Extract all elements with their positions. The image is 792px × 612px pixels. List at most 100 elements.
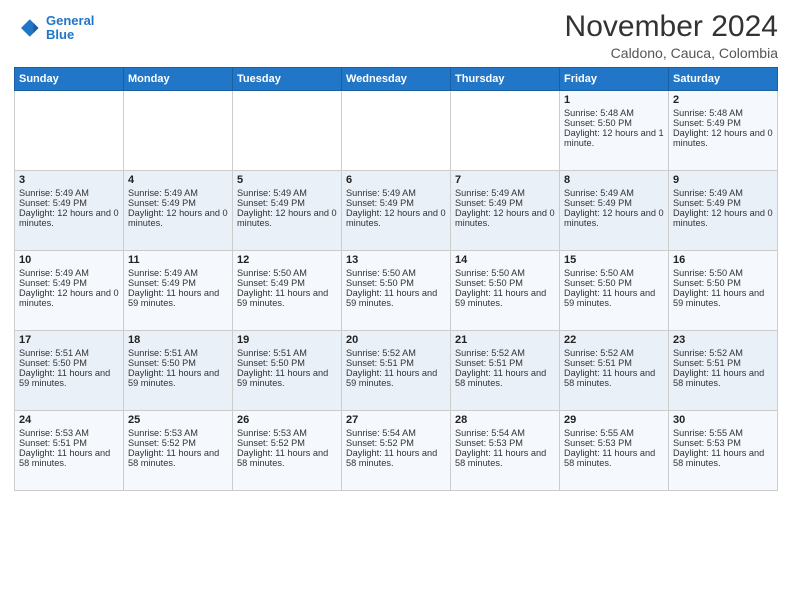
- calendar-cell: 21Sunrise: 5:52 AMSunset: 5:51 PMDayligh…: [451, 331, 560, 411]
- calendar-cell: 7Sunrise: 5:49 AMSunset: 5:49 PMDaylight…: [451, 171, 560, 251]
- cell-text: Sunrise: 5:51 AM: [19, 348, 119, 358]
- calendar-cell: 26Sunrise: 5:53 AMSunset: 5:52 PMDayligh…: [233, 411, 342, 491]
- cell-text: Sunrise: 5:50 AM: [564, 268, 664, 278]
- cell-text: Sunrise: 5:51 AM: [237, 348, 337, 358]
- calendar-cell: [124, 91, 233, 171]
- calendar-cell: 25Sunrise: 5:53 AMSunset: 5:52 PMDayligh…: [124, 411, 233, 491]
- cell-text: Daylight: 11 hours and 59 minutes.: [128, 288, 228, 308]
- cell-text: Daylight: 11 hours and 59 minutes.: [237, 368, 337, 388]
- day-number: 10: [19, 254, 119, 266]
- cell-text: Sunset: 5:49 PM: [237, 198, 337, 208]
- cell-text: Daylight: 11 hours and 58 minutes.: [455, 448, 555, 468]
- cell-text: Sunset: 5:49 PM: [128, 278, 228, 288]
- cell-text: Daylight: 12 hours and 0 minutes.: [455, 208, 555, 228]
- cell-text: Daylight: 12 hours and 0 minutes.: [19, 288, 119, 308]
- cell-text: Daylight: 11 hours and 59 minutes.: [564, 288, 664, 308]
- calendar-week-row: 1Sunrise: 5:48 AMSunset: 5:50 PMDaylight…: [15, 91, 778, 171]
- cell-text: Sunrise: 5:53 AM: [19, 428, 119, 438]
- cell-text: Daylight: 12 hours and 0 minutes.: [673, 128, 773, 148]
- day-number: 21: [455, 334, 555, 346]
- calendar-cell: 3Sunrise: 5:49 AMSunset: 5:49 PMDaylight…: [15, 171, 124, 251]
- subtitle: Caldono, Cauca, Colombia: [565, 45, 778, 61]
- cell-text: Sunset: 5:49 PM: [455, 198, 555, 208]
- logo-icon: [14, 14, 42, 42]
- calendar-cell: 22Sunrise: 5:52 AMSunset: 5:51 PMDayligh…: [560, 331, 669, 411]
- cell-text: Sunrise: 5:49 AM: [128, 188, 228, 198]
- calendar-cell: 20Sunrise: 5:52 AMSunset: 5:51 PMDayligh…: [342, 331, 451, 411]
- cell-text: Sunset: 5:51 PM: [564, 358, 664, 368]
- cell-text: Sunrise: 5:50 AM: [346, 268, 446, 278]
- cell-text: Daylight: 11 hours and 59 minutes.: [673, 288, 773, 308]
- day-number: 12: [237, 254, 337, 266]
- logo: General Blue: [14, 14, 94, 43]
- cell-text: Daylight: 11 hours and 58 minutes.: [564, 368, 664, 388]
- cell-text: Sunrise: 5:48 AM: [564, 108, 664, 118]
- cell-text: Sunset: 5:52 PM: [237, 438, 337, 448]
- calendar-cell: 13 Sunrise: 5:50 AMSunset: 5:50 PMDayligh…: [342, 251, 451, 331]
- day-number: 28: [455, 414, 555, 426]
- day-number: 3: [19, 174, 119, 186]
- day-number: 13: [346, 254, 446, 266]
- cell-text: Sunrise: 5:54 AM: [455, 428, 555, 438]
- cell-text: Sunset: 5:49 PM: [19, 198, 119, 208]
- cell-text: Daylight: 11 hours and 59 minutes.: [346, 288, 446, 308]
- cell-text: Sunset: 5:50 PM: [455, 278, 555, 288]
- cell-text: Daylight: 11 hours and 58 minutes.: [19, 448, 119, 468]
- cell-text: Daylight: 11 hours and 59 minutes.: [19, 368, 119, 388]
- header: General Blue November 2024 Caldono, Cauc…: [14, 10, 778, 61]
- cell-text: Sunrise: 5:49 AM: [346, 188, 446, 198]
- calendar-week-row: 3Sunrise: 5:49 AMSunset: 5:49 PMDaylight…: [15, 171, 778, 251]
- cell-text: Sunrise: 5:49 AM: [673, 188, 773, 198]
- day-number: 25: [128, 414, 228, 426]
- calendar-cell: 15Sunrise: 5:50 AMSunset: 5:50 PMDayligh…: [560, 251, 669, 331]
- cell-text: Sunrise: 5:51 AM: [128, 348, 228, 358]
- calendar-cell: 28 Sunrise: 5:54 AMSunset: 5:53 PMDayligh…: [451, 411, 560, 491]
- col-header-wednesday: Wednesday: [342, 68, 451, 91]
- cell-text: Sunrise: 5:48 AM: [673, 108, 773, 118]
- calendar-cell: 2 Sunrise: 5:48 AMSunset: 5:49 PMDaylight…: [669, 91, 778, 171]
- main-title: November 2024: [565, 10, 778, 43]
- day-number: 4: [128, 174, 228, 186]
- calendar-cell: 14Sunrise: 5:50 AMSunset: 5:50 PMDayligh…: [451, 251, 560, 331]
- calendar-cell: 6Sunrise: 5:49 AMSunset: 5:49 PMDaylight…: [342, 171, 451, 251]
- calendar-cell: 23Sunrise: 5:52 AMSunset: 5:51 PMDayligh…: [669, 331, 778, 411]
- cell-text: Sunrise: 5:55 AM: [673, 428, 773, 438]
- cell-text: Daylight: 11 hours and 59 minutes.: [455, 288, 555, 308]
- col-header-thursday: Thursday: [451, 68, 560, 91]
- cell-text: Sunrise: 5:52 AM: [455, 348, 555, 358]
- day-number: 2: [673, 94, 773, 106]
- calendar-cell: 1Sunrise: 5:48 AMSunset: 5:50 PMDaylight…: [560, 91, 669, 171]
- cell-text: Sunset: 5:52 PM: [346, 438, 446, 448]
- calendar-cell: 9Sunrise: 5:49 AMSunset: 5:49 PMDaylight…: [669, 171, 778, 251]
- cell-text: Sunset: 5:49 PM: [673, 118, 773, 128]
- cell-text: Sunset: 5:50 PM: [564, 118, 664, 128]
- cell-text: Sunrise: 5:50 AM: [455, 268, 555, 278]
- cell-text: Sunset: 5:51 PM: [19, 438, 119, 448]
- col-header-saturday: Saturday: [669, 68, 778, 91]
- calendar-cell: 27Sunrise: 5:54 AMSunset: 5:52 PMDayligh…: [342, 411, 451, 491]
- cell-text: Daylight: 11 hours and 58 minutes.: [455, 368, 555, 388]
- calendar-cell: [451, 91, 560, 171]
- calendar-cell: 18Sunrise: 5:51 AMSunset: 5:50 PMDayligh…: [124, 331, 233, 411]
- cell-text: Sunset: 5:50 PM: [128, 358, 228, 368]
- cell-text: Daylight: 11 hours and 58 minutes.: [564, 448, 664, 468]
- cell-text: Daylight: 11 hours and 59 minutes.: [346, 368, 446, 388]
- cell-text: Sunrise: 5:55 AM: [564, 428, 664, 438]
- day-number: 6: [346, 174, 446, 186]
- logo-line1: General: [46, 13, 94, 28]
- cell-text: Sunset: 5:49 PM: [19, 278, 119, 288]
- cell-text: Daylight: 11 hours and 58 minutes.: [237, 448, 337, 468]
- cell-text: Sunset: 5:53 PM: [455, 438, 555, 448]
- col-header-tuesday: Tuesday: [233, 68, 342, 91]
- cell-text: Sunset: 5:53 PM: [564, 438, 664, 448]
- cell-text: Daylight: 12 hours and 0 minutes.: [19, 208, 119, 228]
- cell-text: Sunset: 5:50 PM: [346, 278, 446, 288]
- calendar-cell: 5Sunrise: 5:49 AMSunset: 5:49 PMDaylight…: [233, 171, 342, 251]
- col-header-monday: Monday: [124, 68, 233, 91]
- day-number: 20: [346, 334, 446, 346]
- calendar-cell: 10Sunrise: 5:49 AMSunset: 5:49 PMDayligh…: [15, 251, 124, 331]
- day-number: 23: [673, 334, 773, 346]
- cell-text: Sunset: 5:52 PM: [128, 438, 228, 448]
- calendar-week-row: 24Sunrise: 5:53 AMSunset: 5:51 PMDayligh…: [15, 411, 778, 491]
- cell-text: Sunrise: 5:53 AM: [237, 428, 337, 438]
